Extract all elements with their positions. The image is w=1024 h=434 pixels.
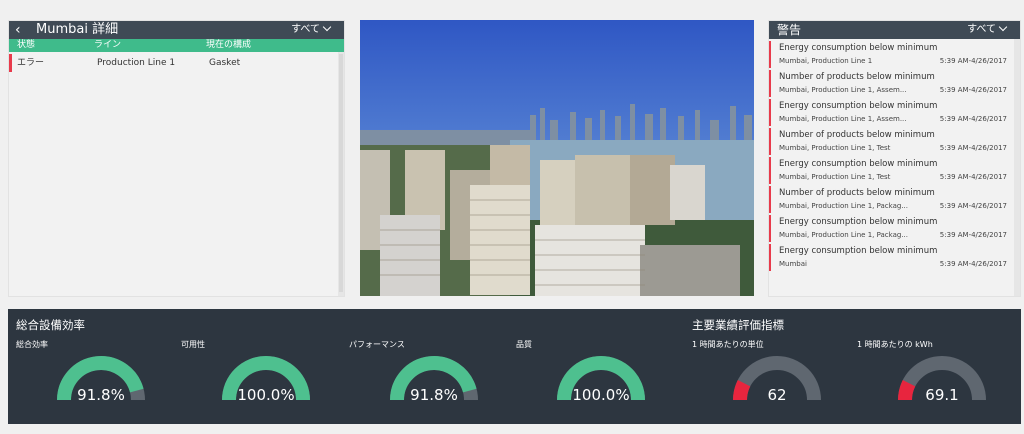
alerts-scrollbar[interactable] (1014, 39, 1020, 296)
alert-location: Mumbai, Production Line 1, Assem... (779, 115, 907, 123)
alert-message: Energy consumption below minimum (779, 246, 938, 256)
alert-time: 5:39 AM-4/26/2017 (939, 202, 1007, 210)
alert-time: 5:39 AM-4/26/2017 (939, 144, 1007, 152)
gauge-kwh-per-hour: 1 時間あたりの kWh 69.1 (857, 337, 1017, 421)
alerts-list: Energy consumption below minimum Mumbai, … (769, 41, 1013, 273)
alert-item[interactable]: Energy consumption below minimum Mumbai, … (769, 215, 1013, 242)
details-title: Mumbai 詳細 (36, 22, 119, 37)
alert-message: Energy consumption below minimum (779, 101, 938, 111)
gauge-quality: 品質 100.0% (516, 337, 676, 421)
alert-item[interactable]: Number of products below minimum Mumbai, … (769, 186, 1013, 213)
mumbai-skyline-image (360, 20, 754, 296)
alerts-header: 警告 すべて (769, 21, 1020, 39)
alert-location: Mumbai, Production Line 1 (779, 57, 873, 65)
alert-message: Energy consumption below minimum (779, 159, 938, 169)
alerts-panel: 警告 すべて Energy consumption below minimum M… (768, 20, 1021, 297)
gauge-label: 総合効率 (16, 340, 48, 349)
kpi-section-title: 主要業績評価指標 (692, 318, 784, 332)
alerts-title: 警告 (777, 23, 802, 37)
city-photo (360, 20, 754, 296)
oee-section-title: 総合設備効率 (16, 318, 85, 332)
alert-location: Mumbai, Production Line 1, Test (779, 144, 891, 152)
details-panel: ‹ Mumbai 詳細 すべて 状態 ライン 現在の構成 エラー Product… (8, 20, 345, 297)
alert-item[interactable]: Energy consumption below minimum Mumbai, … (769, 157, 1013, 184)
alert-message: Number of products below minimum (779, 130, 935, 140)
alert-time: 5:39 AM-4/26/2017 (939, 231, 1007, 239)
row-config: Gasket (209, 58, 241, 68)
alert-location: Mumbai (779, 260, 807, 268)
gauge-value: 91.8% (77, 386, 125, 404)
kpi-band: 総合設備効率 主要業績評価指標 総合効率 91.8% 可用性 100.0% パフォー… (8, 309, 1021, 424)
chevron-down-icon (998, 22, 1008, 32)
gauge-label: 可用性 (181, 340, 205, 349)
alert-time: 5:39 AM-4/26/2017 (939, 86, 1007, 94)
alert-location: Mumbai, Production Line 1, Assem... (779, 86, 907, 94)
details-scrollbar-thumb[interactable] (339, 54, 343, 292)
details-filter-dropdown[interactable]: すべて (291, 21, 332, 39)
gauge-value: 62 (767, 386, 787, 404)
column-header-line[interactable]: ライン (94, 39, 121, 52)
gauge-value: 100.0% (572, 386, 630, 404)
gauge-label: 品質 (516, 340, 532, 349)
alert-time: 5:39 AM-4/26/2017 (939, 173, 1007, 181)
details-scrollbar[interactable] (338, 52, 344, 296)
gauge-oee: 総合効率 91.8% (16, 337, 176, 421)
alert-time: 5:39 AM-4/26/2017 (939, 57, 1007, 65)
alert-location: Mumbai, Production Line 1, Packag... (779, 202, 908, 210)
alert-item[interactable]: Number of products below minimum Mumbai, … (769, 128, 1013, 155)
alert-item[interactable]: Energy consumption below minimum Mumbai, … (769, 41, 1013, 68)
alert-item[interactable]: Energy consumption below minimum Mumbai 5:… (769, 244, 1013, 271)
alert-message: Number of products below minimum (779, 188, 935, 198)
chevron-left-icon[interactable]: ‹ (15, 21, 21, 39)
alert-message: Energy consumption below minimum (779, 43, 938, 53)
alert-location: Mumbai, Production Line 1, Test (779, 173, 891, 181)
gauge-performance: パフォーマンス 91.8% (349, 337, 509, 421)
row-line: Production Line 1 (97, 58, 176, 68)
alert-message: Number of products below minimum (779, 72, 935, 82)
gauge-value: 91.8% (410, 386, 458, 404)
alert-item[interactable]: Energy consumption below minimum Mumbai, … (769, 99, 1013, 126)
alert-item[interactable]: Number of products below minimum Mumbai, … (769, 70, 1013, 97)
gauge-label: パフォーマンス (349, 340, 405, 349)
details-header: ‹ Mumbai 詳細 すべて (9, 21, 344, 39)
gauge-availability: 可用性 100.0% (181, 337, 341, 421)
gauge-value: 69.1 (925, 386, 959, 404)
gauge-label: 1 時間あたりの単位 (692, 340, 764, 349)
alert-time: 5:39 AM-4/26/2017 (939, 260, 1007, 268)
column-header-status[interactable]: 状態 (17, 39, 35, 52)
alerts-filter-label: すべて (967, 24, 996, 35)
gauge-value: 100.0% (237, 386, 295, 404)
details-filter-label: すべて (291, 24, 320, 35)
chevron-down-icon (322, 22, 332, 32)
alert-time: 5:39 AM-4/26/2017 (939, 115, 1007, 123)
row-status: エラー (17, 58, 45, 68)
alert-message: Energy consumption below minimum (779, 217, 938, 227)
gauge-units-per-hour: 1 時間あたりの単位 62 (692, 337, 852, 421)
details-table-header: 状態 ライン 現在の構成 (9, 39, 344, 52)
gauge-label: 1 時間あたりの kWh (857, 340, 933, 349)
column-header-config[interactable]: 現在の構成 (206, 39, 251, 52)
alerts-filter-dropdown[interactable]: すべて (967, 21, 1008, 39)
alert-location: Mumbai, Production Line 1, Packag... (779, 231, 908, 239)
table-row[interactable]: エラー Production Line 1 Gasket (9, 54, 344, 72)
